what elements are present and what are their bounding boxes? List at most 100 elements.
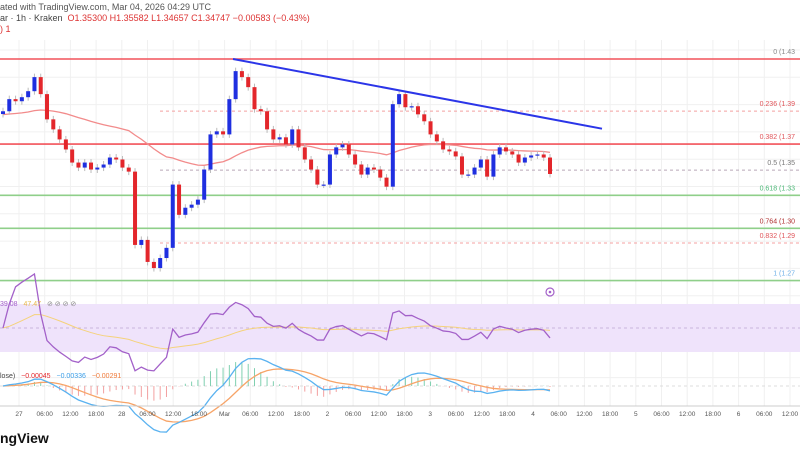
time-tick-label: 12:00: [371, 411, 388, 418]
candle-down: [453, 151, 458, 157]
fib-label: 0.236 (1.39: [760, 101, 796, 108]
candle-up: [321, 184, 326, 186]
candle-down: [89, 162, 94, 170]
candle-down: [239, 71, 244, 78]
fib-label: 0 (1.43: [773, 49, 795, 56]
trendline: [232, 58, 603, 130]
candle-up: [107, 157, 112, 165]
candle-up: [189, 204, 194, 208]
candle-down: [76, 162, 81, 168]
fib-levels: 0 (1.43 0.236 (1.39 0.382 (1.37 0.5 (1.35 0.…: [0, 49, 800, 282]
fib-label: 0.618 (1.33: [760, 185, 796, 192]
candle-up: [183, 207, 188, 215]
candle-down: [265, 111, 270, 130]
candle-down: [57, 129, 62, 140]
candle-up: [340, 144, 345, 148]
time-tick-label: 12:00: [268, 411, 285, 418]
candle-up: [1, 111, 5, 115]
candle-down: [428, 121, 433, 135]
candle-up: [409, 106, 414, 108]
candle-down: [353, 154, 358, 165]
time-tick-label: 18:00: [294, 411, 311, 418]
fib-label: 0.832 (1.29: [760, 233, 796, 240]
tradingview-logo: ngView: [0, 430, 49, 446]
time-tick-label: 12:00: [576, 411, 593, 418]
price-chart[interactable]: 0 (1.43 0.236 (1.39 0.382 (1.37 0.5 (1.35 0.…: [0, 0, 800, 450]
time-tick-label: 12:00: [679, 411, 696, 418]
time-tick-label: 18:00: [602, 411, 619, 418]
candle-up: [26, 91, 31, 98]
candle-down: [177, 184, 182, 215]
time-tick-label: 06:00: [242, 411, 259, 418]
time-tick-label: 06:00: [756, 411, 773, 418]
candle-down: [38, 77, 43, 95]
candle-up: [529, 155, 534, 158]
candle-down: [114, 157, 119, 160]
candle-up: [334, 147, 339, 155]
time-tick-label: 12:00: [62, 411, 79, 418]
candle-up: [32, 77, 37, 92]
candle-down: [302, 147, 307, 160]
fib-label: 0.5 (1.35: [767, 160, 795, 167]
candle-down: [271, 129, 276, 140]
time-tick-label: 06:00: [653, 411, 670, 418]
candle-up: [472, 167, 477, 175]
candle-up: [277, 137, 282, 140]
candle-up: [390, 104, 395, 187]
rsi-legend: 39.08 47.47 ⊘ ⊘ ⊘ ⊘: [0, 301, 76, 308]
candle-up: [170, 184, 175, 248]
fib-label: 0.382 (1.37: [760, 134, 796, 141]
time-tick-label: 6: [737, 411, 741, 418]
candle-up: [491, 154, 496, 177]
time-tick-label: 12:00: [782, 411, 799, 418]
candle-down: [434, 134, 439, 142]
time-tick-label: Mar: [219, 411, 231, 418]
candle-up: [227, 99, 232, 135]
candle-up: [466, 174, 471, 176]
candle-down: [503, 147, 508, 152]
candle-down: [145, 239, 150, 262]
candle-up: [497, 147, 502, 155]
candle-down: [359, 164, 364, 175]
candle-down: [384, 177, 389, 187]
candle-up: [7, 99, 12, 112]
candle-down: [283, 137, 288, 145]
replay-icon[interactable]: [545, 287, 555, 297]
candle-up: [139, 239, 144, 245]
macd-panel: [0, 357, 800, 433]
candle-down: [296, 129, 301, 148]
candle-up: [233, 71, 238, 100]
candle-down: [447, 149, 452, 152]
candle-up: [82, 162, 87, 168]
candle-down: [63, 139, 68, 150]
candle-down: [70, 149, 75, 163]
candle-up: [208, 134, 213, 170]
candle-up: [195, 199, 200, 205]
candle-up: [327, 154, 332, 185]
candle-up: [202, 169, 207, 200]
time-tick-label: 06:00: [139, 411, 156, 418]
candle-down: [541, 154, 546, 158]
candle-down: [346, 144, 351, 155]
candle-down: [120, 159, 125, 168]
time-tick-label: 06:00: [448, 411, 465, 418]
candle-down: [51, 119, 56, 130]
time-tick-label: 18:00: [396, 411, 413, 418]
candle-up: [397, 94, 402, 105]
candle-up: [164, 247, 169, 259]
candle-down: [371, 167, 376, 170]
time-tick-label: 12:00: [473, 411, 490, 418]
candle-down: [221, 131, 226, 135]
time-tick-label: 3: [428, 411, 432, 418]
candle-down: [126, 167, 131, 172]
candle-down: [13, 99, 18, 102]
candle-up: [158, 258, 163, 269]
fib-label: 1 (1.27: [773, 271, 795, 278]
time-tick-label: 18:00: [705, 411, 722, 418]
candle-down: [258, 109, 263, 112]
candle-down: [45, 94, 50, 120]
candle-down: [485, 159, 490, 177]
candle-down: [403, 94, 408, 108]
candle-down: [441, 141, 446, 150]
candle-down: [151, 261, 156, 269]
